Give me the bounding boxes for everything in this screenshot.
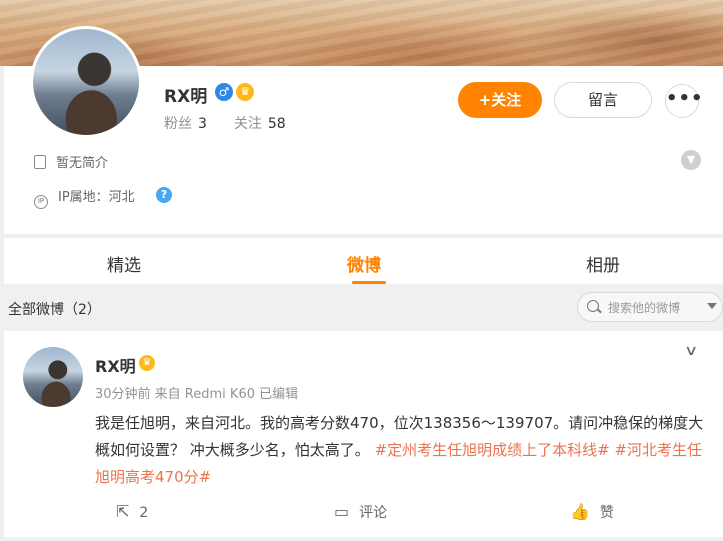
following-count: 58 xyxy=(267,116,286,132)
profile-stats: 粉丝 3 关注 58 xyxy=(164,113,286,133)
repost-button[interactable]: ⇱ 2 xyxy=(116,502,148,521)
search-icon xyxy=(587,300,599,312)
ip-location-row: IP IP属地：河北 xyxy=(34,186,135,209)
ip-icon: IP xyxy=(34,195,48,209)
message-button[interactable]: 留言 xyxy=(554,82,652,118)
crown-badge-icon[interactable]: ♛ xyxy=(139,355,155,371)
chevron-down-icon[interactable] xyxy=(707,303,717,309)
profile-avatar[interactable] xyxy=(30,26,142,138)
crown-badge-icon[interactable]: ♛ xyxy=(236,83,254,101)
help-icon[interactable]: ? xyxy=(156,187,172,203)
fans-label: 粉丝 xyxy=(164,116,192,132)
post-meta: 30分钟前 来自 Redmi K60 已编辑 xyxy=(95,387,299,402)
bio-text: 暂无简介 xyxy=(56,156,109,171)
post-card: RX明 ♛ 30分钟前 来自 Redmi K60 已编辑 ∨ 我是任旭明，来自河… xyxy=(4,331,723,537)
post-body: 我是任旭明，来自河北。我的高考分数470，位次138356～139707。请问冲… xyxy=(95,410,707,491)
like-button[interactable]: 👍 赞 xyxy=(570,502,614,522)
tab-album[interactable]: 相册 xyxy=(586,251,620,276)
share-icon: ⇱ xyxy=(116,502,130,521)
post-author-avatar[interactable] xyxy=(23,347,83,407)
profile-tabs: 精选 微博 相册 xyxy=(4,238,723,284)
comment-button[interactable]: ▭ 评论 xyxy=(334,502,387,522)
fans-stat[interactable]: 粉丝 3 xyxy=(164,116,207,132)
comment-label: 评论 xyxy=(359,505,388,521)
bio-row: 暂无简介 xyxy=(34,152,108,171)
repost-count: 2 xyxy=(139,505,149,521)
document-icon xyxy=(34,155,46,169)
post-author-name[interactable]: RX明 xyxy=(95,353,136,377)
expand-chevron-icon[interactable]: ▼ xyxy=(681,150,701,170)
more-options-button[interactable]: ••• xyxy=(665,84,703,118)
follow-button[interactable]: +关注 xyxy=(458,82,542,118)
following-stat[interactable]: 关注 58 xyxy=(234,116,286,132)
profile-username: RX明 xyxy=(164,87,208,107)
tab-weibo[interactable]: 微博 xyxy=(347,251,381,276)
male-icon: ♂ xyxy=(215,83,233,101)
all-posts-filter[interactable]: 全部微博（2） xyxy=(8,299,101,319)
post-search-input[interactable]: 搜索他的微博 xyxy=(577,292,723,322)
post-menu-chevron-icon[interactable]: ∨ xyxy=(684,343,698,359)
search-placeholder: 搜索他的微博 xyxy=(608,301,681,315)
tab-featured[interactable]: 精选 xyxy=(107,251,141,276)
ip-location-text: IP属地：河北 xyxy=(58,190,135,205)
thumbs-up-icon: 👍 xyxy=(570,502,590,521)
like-label: 赞 xyxy=(599,505,614,521)
active-tab-indicator xyxy=(352,281,386,284)
post-topic-link[interactable]: #定州考生任旭明成绩上了本科线# xyxy=(375,441,610,459)
following-label: 关注 xyxy=(233,116,262,132)
comment-icon: ▭ xyxy=(334,502,350,521)
fans-count: 3 xyxy=(198,116,207,132)
